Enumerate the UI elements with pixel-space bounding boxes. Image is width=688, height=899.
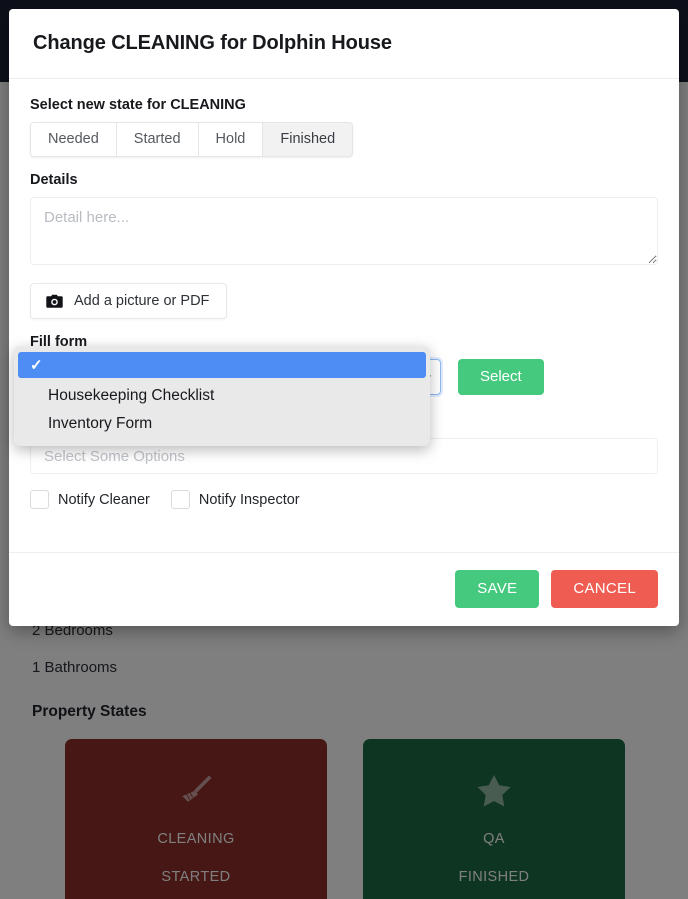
modal-footer: SAVE CANCEL — [9, 552, 679, 626]
form-select-dropdown[interactable]: ✓ Housekeeping Checklist Inventory Form — [14, 346, 430, 446]
save-button[interactable]: SAVE — [455, 570, 540, 608]
notify-inspector-label: Notify Inspector — [198, 491, 300, 508]
state-section-label: Select new state for CLEANING — [30, 97, 246, 113]
dropdown-option-inventory-form[interactable]: Inventory Form — [18, 410, 426, 438]
state-option-finished[interactable]: Finished — [262, 122, 354, 157]
add-picture-label: Add a picture or PDF — [74, 293, 210, 309]
dropdown-option-label: Housekeeping Checklist — [48, 387, 215, 404]
cancel-button[interactable]: CANCEL — [551, 570, 658, 608]
state-option-hold[interactable]: Hold — [197, 122, 263, 157]
dropdown-option-label: Inventory Form — [48, 415, 153, 432]
state-option-started[interactable]: Started — [115, 122, 198, 157]
modal-title: Change CLEANING for Dolphin House — [33, 32, 392, 54]
dropdown-option-blank[interactable]: ✓ — [18, 352, 426, 378]
notify-checkbox-row: Notify Cleaner Notify Inspector — [30, 490, 658, 509]
notify-inspector-checkbox[interactable] — [170, 490, 190, 509]
add-picture-or-pdf-button[interactable]: Add a picture or PDF — [30, 283, 228, 319]
dropdown-option-housekeeping-checklist[interactable]: Housekeeping Checklist — [18, 382, 426, 410]
notify-cleaner-label: Notify Cleaner — [58, 491, 150, 508]
notify-cleaner-item[interactable]: Notify Cleaner — [30, 490, 150, 509]
app-screen: 2 Bedrooms 1 Bathrooms Property States — [0, 0, 688, 899]
details-textarea[interactable] — [30, 197, 658, 265]
modal-body: Select new state for CLEANING Needed Sta… — [9, 79, 679, 552]
checkmark-icon: ✓ — [30, 357, 43, 374]
notify-cleaner-checkbox[interactable] — [30, 490, 49, 509]
change-state-modal: Change CLEANING for Dolphin House Select… — [9, 9, 679, 626]
camera-icon — [46, 294, 63, 309]
notify-inspector-item[interactable]: Notify Inspector — [170, 490, 300, 509]
state-option-needed[interactable]: Needed — [30, 122, 116, 157]
modal-header: Change CLEANING for Dolphin House — [9, 9, 679, 79]
details-label: Details — [30, 172, 78, 188]
select-form-button[interactable]: Select — [458, 359, 544, 395]
state-toggle-group: Needed Started Hold Finished — [30, 122, 354, 157]
